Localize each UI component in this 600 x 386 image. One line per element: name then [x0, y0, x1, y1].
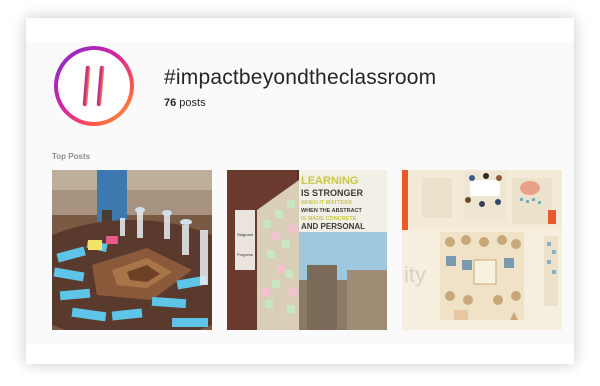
poster-line-2: IS STRONGER: [301, 188, 364, 198]
sign-line-1: Stagnant: [237, 232, 254, 237]
post-thumbnail-3[interactable]: ity: [402, 170, 562, 330]
illustrated-board-photo: ity: [402, 170, 562, 330]
board-fragment-text: ity: [404, 262, 426, 287]
post-count-number: 76: [164, 97, 177, 109]
post-count-suffix: posts: [176, 97, 206, 109]
post-thumbnail-1[interactable]: [52, 170, 212, 330]
hashtag-title: #impactbeyondtheclassroom: [164, 66, 437, 89]
poster-line-6: AND PERSONAL: [301, 222, 365, 231]
learning-poster-photo: Stagnant Progress LEARNING IS STRONGER W…: [227, 170, 387, 330]
hashtag-icon: [73, 65, 115, 107]
top-posts-label: Top Posts: [52, 152, 91, 161]
post-count: 76 posts: [164, 97, 206, 109]
hashtag-avatar: [54, 46, 134, 126]
poster-line-4: WHEN THE ABSTRACT: [301, 208, 363, 214]
top-strip: [26, 18, 574, 42]
poster-line-1: LEARNING: [301, 175, 358, 187]
sign-line-2: Progress: [237, 252, 253, 257]
bottom-strip: [26, 344, 574, 364]
poster-line-3: WHEN IT MATTERS: [301, 200, 352, 206]
classroom-table-photo: [52, 170, 212, 330]
hashtag-page-card: #impactbeyondtheclassroom 76 posts Top P…: [26, 18, 574, 364]
post-thumbnail-2[interactable]: Stagnant Progress LEARNING IS STRONGER W…: [227, 170, 387, 330]
